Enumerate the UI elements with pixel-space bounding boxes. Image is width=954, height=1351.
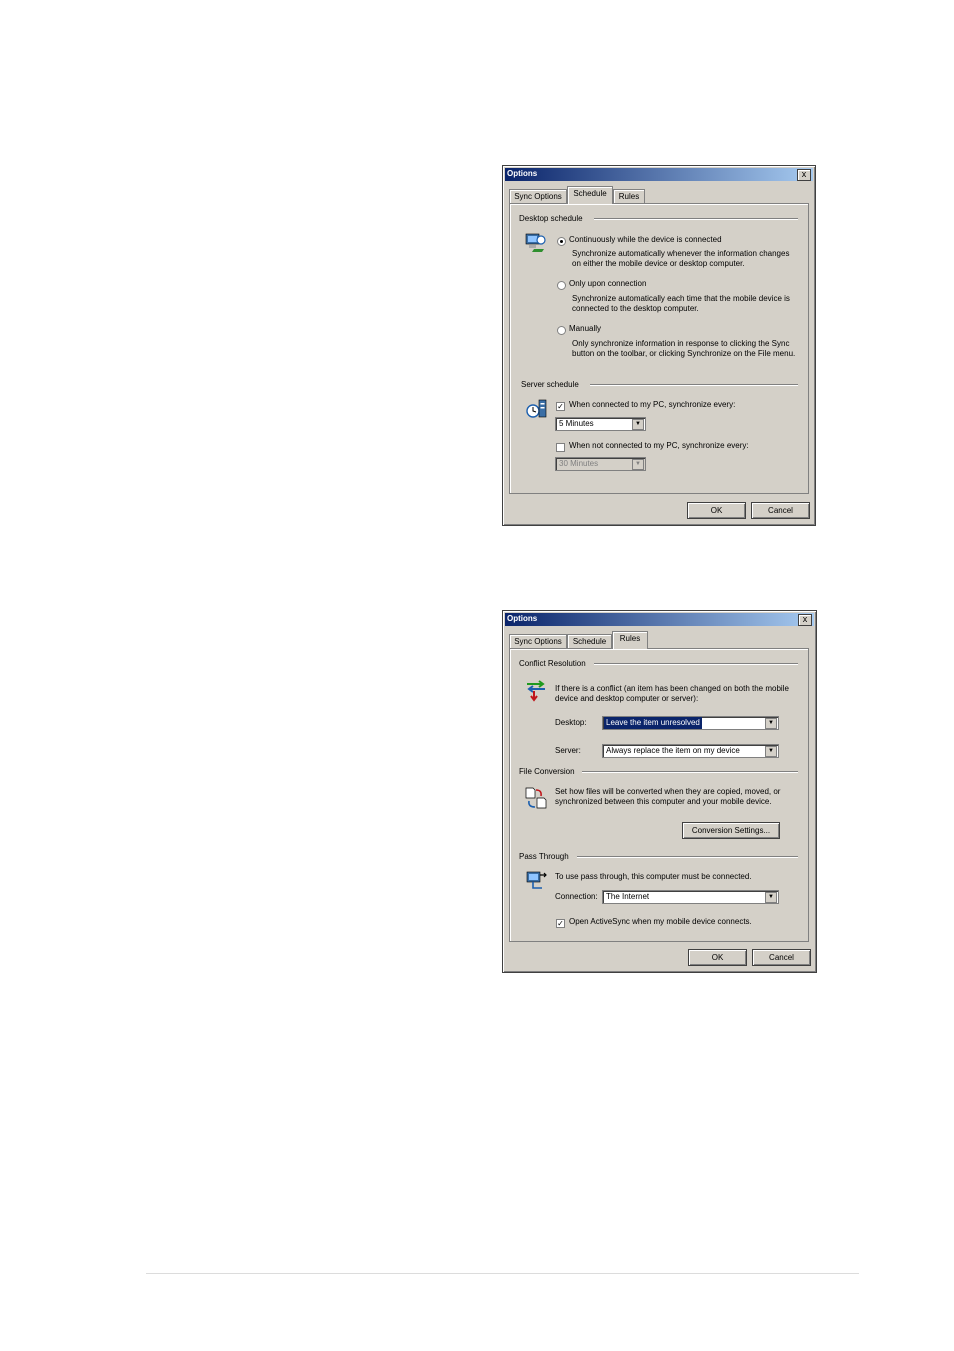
rules-panel: Conflict Resolution If there is a confli… (509, 648, 809, 942)
server-schedule-label: Server schedule (521, 380, 579, 389)
options-dialog-rules: Options x Sync Options Schedule Rules Co… (502, 610, 817, 973)
not-connected-interval-value: 30 Minutes (559, 459, 599, 468)
chevron-down-icon: ▼ (765, 892, 777, 903)
manually-desc: Only synchronize information in response… (572, 339, 796, 358)
conversion-settings-button[interactable]: Conversion Settings... (682, 822, 780, 839)
close-button[interactable]: x (798, 614, 812, 626)
chevron-down-icon: ▼ (632, 419, 644, 430)
divider (590, 384, 798, 386)
file-convert-icon (525, 787, 547, 809)
server-resolution-select[interactable]: Always replace the item on my device ▼ (602, 744, 779, 758)
divider (582, 771, 798, 773)
connected-interval-select[interactable]: 5 Minutes ▼ (555, 417, 646, 431)
chevron-down-icon: ▼ (765, 746, 777, 757)
upon-connection-desc: Synchronize automatically each time that… (572, 294, 790, 313)
radio-continuously[interactable] (557, 237, 566, 246)
options-dialog-schedule: Options x Sync Options Schedule Rules De… (502, 165, 816, 526)
tab-schedule[interactable]: Schedule (567, 634, 612, 648)
page-footer-rule (146, 1273, 859, 1274)
upon-connection-label: Only upon connection (569, 279, 647, 288)
tab-rules[interactable]: Rules (612, 631, 648, 649)
checkbox-not-connected[interactable] (556, 443, 565, 452)
pass-through-label: Pass Through (519, 852, 569, 861)
title-bar: Options x (505, 613, 814, 626)
radio-upon-connection[interactable] (557, 281, 566, 290)
not-connected-interval-select[interactable]: 30 Minutes ▼ (555, 457, 646, 471)
divider (577, 856, 798, 858)
tab-schedule[interactable]: Schedule (567, 186, 613, 204)
conflict-arrows-icon (527, 680, 545, 702)
manually-label: Manually (569, 324, 602, 333)
connection-value: The Internet (606, 892, 650, 901)
pass-through-icon (526, 871, 547, 889)
open-activesync-label: Open ActiveSync when my mobile device co… (569, 917, 752, 926)
conflict-desc: If there is a conflict (an item has been… (555, 684, 789, 703)
chevron-down-icon: ▼ (765, 718, 777, 729)
continuously-label: Continuously while the device is connect… (569, 235, 722, 244)
dialog-title: Options (507, 614, 538, 623)
connected-interval-value: 5 Minutes (559, 419, 594, 428)
tab-sync-options[interactable]: Sync Options (509, 189, 567, 203)
server-clock-icon (526, 399, 547, 418)
divider (594, 663, 798, 665)
desktop-resolution-select[interactable]: Leave the item unresolved ▼ (602, 716, 779, 730)
radio-manually[interactable] (557, 326, 566, 335)
desktop-schedule-label: Desktop schedule (519, 214, 583, 223)
server-label: Server: (555, 746, 581, 755)
tab-sync-options[interactable]: Sync Options (509, 634, 567, 648)
connection-select[interactable]: The Internet ▼ (602, 890, 779, 904)
desktop-resolution-value: Leave the item unresolved (604, 717, 702, 729)
tab-rules[interactable]: Rules (613, 189, 645, 203)
schedule-panel: Desktop schedule Continuously while the … (509, 203, 809, 494)
ok-button[interactable]: OK (687, 502, 746, 519)
server-resolution-value: Always replace the item on my device (606, 746, 740, 755)
checkbox-open-activesync[interactable]: ✓ (556, 919, 565, 928)
desktop-label: Desktop: (555, 718, 587, 727)
conflict-resolution-label: Conflict Resolution (519, 659, 586, 668)
sync-computer-icon (525, 233, 546, 252)
file-conversion-label: File Conversion (519, 767, 575, 776)
ok-button[interactable]: OK (688, 949, 747, 966)
file-conversion-desc: Set how files will be converted when the… (555, 787, 781, 806)
not-connected-label: When not connected to my PC, synchronize… (569, 441, 749, 450)
title-bar: Options x (505, 168, 813, 181)
continuously-desc: Synchronize automatically whenever the i… (572, 249, 790, 268)
pass-through-desc: To use pass through, this computer must … (555, 872, 752, 881)
close-button[interactable]: x (797, 169, 811, 181)
connection-label: Connection: (555, 892, 598, 901)
divider (594, 218, 798, 220)
cancel-button[interactable]: Cancel (752, 949, 811, 966)
chevron-down-icon: ▼ (632, 459, 644, 470)
checkbox-connected[interactable]: ✓ (556, 402, 565, 411)
connected-label: When connected to my PC, synchronize eve… (569, 400, 736, 409)
dialog-title: Options (507, 169, 538, 178)
cancel-button[interactable]: Cancel (751, 502, 810, 519)
